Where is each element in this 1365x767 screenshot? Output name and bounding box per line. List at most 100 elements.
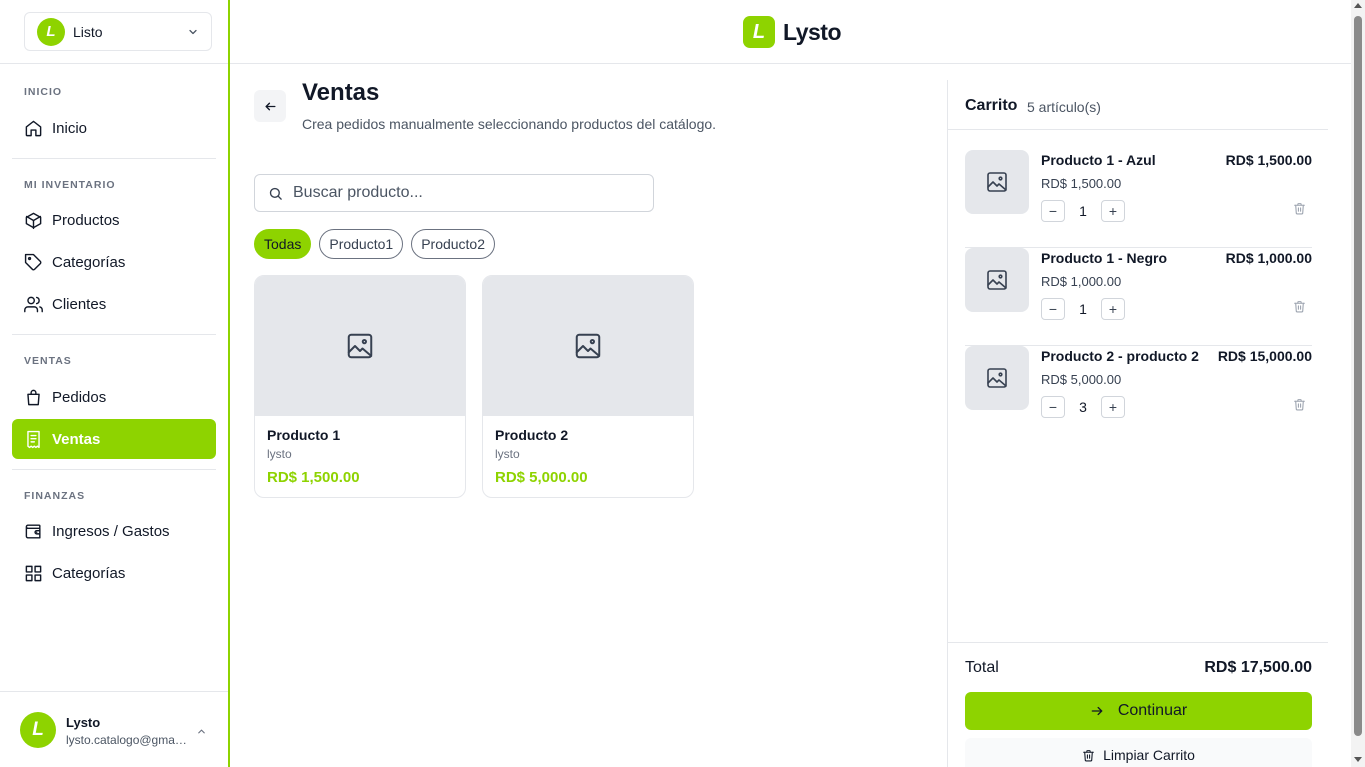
- cart-item-total: RD$ 1,500.00: [1225, 152, 1312, 168]
- scrollbar-thumb[interactable]: [1354, 16, 1362, 736]
- decrease-quantity-button[interactable]: −: [1041, 396, 1065, 418]
- sidebar-divider: [12, 334, 216, 335]
- brand-logo-mark: L: [743, 16, 775, 48]
- sidebar-item-label: Inicio: [52, 119, 88, 137]
- avatar-letter: L: [32, 719, 44, 740]
- increase-quantity-button[interactable]: +: [1101, 396, 1125, 418]
- filter-chip-producto2[interactable]: Producto2: [411, 229, 496, 259]
- trash-icon: [1294, 399, 1305, 411]
- continue-button[interactable]: Continuar: [965, 692, 1312, 730]
- remove-item-button[interactable]: [1293, 300, 1306, 318]
- cart-item-name: Producto 2 - producto 2: [1041, 348, 1199, 364]
- increase-quantity-button[interactable]: +: [1101, 200, 1125, 222]
- image-icon: [575, 333, 601, 359]
- sidebar-item-ingresos-gastos[interactable]: Ingresos / Gastos: [12, 511, 216, 551]
- sidebar-item-label: Categorías: [52, 253, 126, 271]
- cart-item-total: RD$ 15,000.00: [1217, 348, 1312, 364]
- cart-item-unit-price: RD$ 1,000.00: [1041, 274, 1122, 289]
- page-subtitle: Crea pedidos manualmente seleccionando p…: [302, 116, 717, 132]
- quantity-stepper: − 1 +: [1041, 200, 1125, 222]
- increase-quantity-button[interactable]: +: [1101, 298, 1125, 320]
- sidebar-item-pedidos[interactable]: Pedidos: [12, 377, 216, 417]
- arrow-right-icon: [1091, 706, 1103, 716]
- clear-cart-button[interactable]: Limpiar Carrito: [965, 738, 1312, 767]
- tag-icon: [24, 253, 42, 270]
- grid-icon: [25, 565, 42, 581]
- trash-icon: [1294, 203, 1305, 215]
- section-label-inventario: MI INVENTARIO: [24, 179, 116, 191]
- box-icon: [25, 212, 42, 229]
- filter-chip-producto1[interactable]: Producto1: [319, 229, 404, 259]
- cart-item-image: [965, 150, 1029, 214]
- total-value: RD$ 17,500.00: [1204, 659, 1312, 676]
- product-name: Producto 2: [495, 427, 569, 443]
- search-icon: [269, 187, 282, 200]
- brand-name: Lysto: [783, 18, 842, 45]
- quantity-value: 3: [1079, 399, 1087, 415]
- chevron-down-icon: [187, 25, 199, 43]
- cart-item: Producto 2 - producto 2 RD$ 5,000.00 RD$…: [965, 346, 1312, 444]
- search-box[interactable]: [254, 174, 654, 212]
- image-icon: [987, 368, 1007, 388]
- remove-item-button[interactable]: [1293, 202, 1306, 220]
- sidebar-item-categorias-finanzas[interactable]: Categorías: [12, 553, 216, 593]
- image-icon: [987, 172, 1007, 192]
- product-card[interactable]: Producto 2 lysto RD$ 5,000.00: [482, 275, 694, 498]
- avatar: L: [20, 712, 56, 748]
- sidebar-item-label: Ingresos / Gastos: [52, 522, 170, 540]
- cart-item: Producto 1 - Azul RD$ 1,500.00 RD$ 1,500…: [965, 150, 1312, 248]
- page-title: Ventas: [302, 79, 380, 106]
- section-label-ventas: VENTAS: [24, 355, 72, 367]
- shopping-bag-icon: [27, 389, 40, 405]
- scroll-down-arrow-icon[interactable]: [1354, 757, 1362, 762]
- sidebar-divider: [12, 158, 216, 159]
- trash-icon: [1083, 749, 1095, 761]
- cart-item-image: [965, 346, 1029, 410]
- cart-item-name: Producto 1 - Azul: [1041, 152, 1156, 168]
- product-brand: lysto: [495, 447, 520, 461]
- trash-icon: [1294, 301, 1305, 313]
- quantity-value: 1: [1079, 301, 1087, 317]
- total-label: Total: [965, 659, 999, 676]
- cart-item-name: Producto 1 - Negro: [1041, 250, 1168, 266]
- top-bar: L Lysto: [230, 0, 1351, 64]
- user-email: lysto.catalogo@gmail.com: [66, 733, 188, 747]
- brand-logo[interactable]: L Lysto: [743, 16, 842, 48]
- user-menu[interactable]: L Lysto lysto.catalogo@gmail.com: [0, 691, 228, 767]
- sidebar-item-ventas[interactable]: Ventas: [12, 419, 216, 459]
- store-switcher[interactable]: L Listo: [24, 12, 212, 51]
- decrease-quantity-button[interactable]: −: [1041, 200, 1065, 222]
- back-button[interactable]: [254, 90, 286, 122]
- image-icon: [987, 270, 1007, 290]
- sidebar-item-inicio[interactable]: Inicio: [12, 108, 216, 148]
- sidebar-header-divider: [0, 63, 228, 64]
- home-icon: [25, 120, 42, 136]
- cart-item-count: 5 artículo(s): [1027, 99, 1101, 115]
- category-filters: Todas Producto1 Producto2: [254, 229, 496, 259]
- remove-item-button[interactable]: [1293, 398, 1306, 416]
- cart-title: Carrito: [965, 97, 1018, 114]
- receipt-icon: [27, 430, 40, 448]
- search-input[interactable]: [293, 184, 633, 202]
- store-logo: L: [37, 17, 65, 46]
- filter-chip-todas[interactable]: Todas: [254, 229, 312, 259]
- product-image-placeholder: [255, 276, 465, 416]
- sidebar-item-productos[interactable]: Productos: [12, 200, 216, 240]
- sidebar-item-categorias[interactable]: Categorías: [12, 242, 216, 282]
- decrease-quantity-button[interactable]: −: [1041, 298, 1065, 320]
- page-scrollbar[interactable]: [1351, 0, 1365, 767]
- sidebar: L Listo INICIO Inicio MI INVENTARIO Prod…: [0, 0, 230, 767]
- cart-item-total: RD$ 1,000.00: [1225, 250, 1312, 266]
- cart-item-unit-price: RD$ 1,500.00: [1041, 176, 1122, 191]
- product-price: RD$ 5,000.00: [495, 469, 588, 486]
- product-card[interactable]: Producto 1 lysto RD$ 1,500.00: [254, 275, 466, 498]
- sidebar-item-clientes[interactable]: Clientes: [12, 284, 216, 324]
- wallet-icon: [25, 523, 41, 539]
- users-icon: [24, 296, 43, 312]
- scroll-up-arrow-icon[interactable]: [1354, 3, 1362, 8]
- quantity-stepper: − 1 +: [1041, 298, 1125, 320]
- arrow-left-icon: [264, 102, 276, 110]
- section-label-finanzas: FINANZAS: [24, 490, 86, 502]
- store-name: Listo: [73, 23, 103, 40]
- user-name: Lysto: [66, 715, 101, 730]
